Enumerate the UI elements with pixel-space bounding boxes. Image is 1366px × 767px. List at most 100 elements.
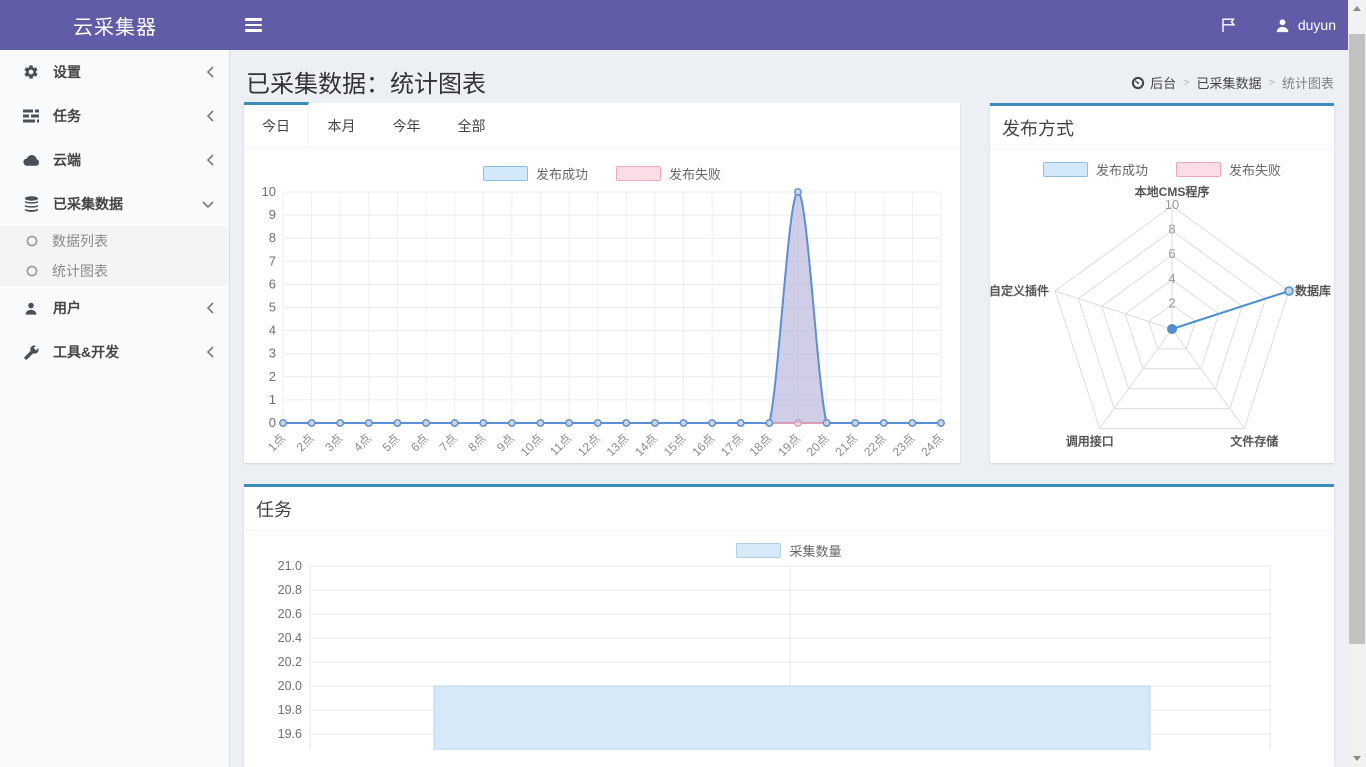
flag-menu-button[interactable] xyxy=(1220,17,1237,33)
app-logo[interactable]: 云采集器 xyxy=(0,0,230,50)
svg-text:8: 8 xyxy=(1168,222,1175,237)
sidebar-subitem-label: 数据列表 xyxy=(52,231,108,251)
svg-text:9点: 9点 xyxy=(494,431,517,454)
legend-publish-success[interactable]: 发布成功 xyxy=(1043,160,1148,179)
legend-collect-count[interactable]: 采集数量 xyxy=(736,541,841,560)
svg-text:4: 4 xyxy=(1168,271,1175,286)
user-menu-button[interactable]: duyun xyxy=(1275,17,1336,33)
triangle-up-icon xyxy=(1353,6,1361,11)
circle-icon xyxy=(24,265,40,277)
collected-data-submenu: 数据列表 统计图表 xyxy=(0,226,229,286)
period-tabs: 今日 本月 今年 全部 xyxy=(244,103,960,148)
svg-text:10: 10 xyxy=(1165,197,1179,212)
svg-text:20.8: 20.8 xyxy=(278,583,302,597)
svg-text:1点: 1点 xyxy=(265,431,288,454)
svg-text:4: 4 xyxy=(269,323,276,338)
breadcrumb: 后台 > 已采集数据 > 统计图表 xyxy=(1131,73,1334,92)
chevron-left-icon xyxy=(206,153,215,167)
svg-text:3: 3 xyxy=(269,346,276,361)
tab-all[interactable]: 全部 xyxy=(439,103,504,148)
svg-text:本地CMS程序: 本地CMS程序 xyxy=(1135,184,1210,199)
breadcrumb-collected-data[interactable]: 已采集数据 xyxy=(1197,73,1262,92)
svg-text:10点: 10点 xyxy=(518,431,546,459)
svg-text:18点: 18点 xyxy=(747,431,775,459)
svg-text:5点: 5点 xyxy=(379,431,402,454)
svg-text:4点: 4点 xyxy=(351,431,374,454)
svg-text:3点: 3点 xyxy=(322,431,345,454)
chevron-left-icon xyxy=(206,345,215,359)
sidebar-subitem-data-list[interactable]: 数据列表 xyxy=(0,226,229,256)
svg-text:11点: 11点 xyxy=(547,431,574,458)
scrollbar-thumb[interactable] xyxy=(1349,34,1365,644)
wrench-icon xyxy=(22,345,40,360)
svg-text:23点: 23点 xyxy=(890,431,918,459)
sidebar-item-label: 云端 xyxy=(53,150,206,170)
scrollbar-up-button[interactable] xyxy=(1348,0,1366,17)
svg-text:20.6: 20.6 xyxy=(278,607,302,621)
hourly-chart-legend: 发布成功 发布失败 xyxy=(244,164,960,183)
svg-text:5: 5 xyxy=(269,300,276,315)
svg-text:2点: 2点 xyxy=(294,431,317,454)
svg-text:7: 7 xyxy=(269,253,276,268)
hourly-chart-panel: 今日 本月 今年 全部 发布成功 发布失败 0123456789101点2点3点… xyxy=(244,103,960,463)
sidebar-item-cloud[interactable]: 云端 xyxy=(0,138,229,182)
tasks-bar-chart: 21.020.820.620.420.220.019.819.619.4 xyxy=(244,560,1334,750)
user-name: duyun xyxy=(1298,17,1336,33)
breadcrumb-separator: > xyxy=(1183,77,1189,89)
legend-swatch-fail xyxy=(1176,162,1221,177)
sidebar-item-label: 任务 xyxy=(53,106,206,126)
scrollbar-down-button[interactable] xyxy=(1348,750,1366,767)
sidebar-subitem-statistics-chart[interactable]: 统计图表 xyxy=(0,256,229,286)
publish-method-panel: 发布方式 发布成功 发布失败 246810本地CMS程序数据库文件存储调用接口自… xyxy=(990,103,1334,463)
chevron-down-icon xyxy=(201,200,215,209)
publish-method-title: 发布方式 xyxy=(990,106,1334,150)
legend-publish-fail[interactable]: 发布失败 xyxy=(616,164,721,183)
legend-swatch-success xyxy=(483,166,528,181)
publish-method-radar-chart: 246810本地CMS程序数据库文件存储调用接口自定义插件 xyxy=(990,179,1334,451)
legend-swatch-success xyxy=(1043,162,1088,177)
svg-text:2: 2 xyxy=(1168,295,1175,310)
breadcrumb-home[interactable]: 后台 xyxy=(1131,73,1176,92)
hourly-area-chart: 0123456789101点2点3点4点5点6点7点8点9点10点11点12点1… xyxy=(244,183,960,459)
hamburger-icon xyxy=(245,18,262,21)
database-icon xyxy=(22,196,40,212)
app-title: 云采集器 xyxy=(73,11,157,40)
top-navbar: 云采集器 duyun xyxy=(0,0,1366,50)
sidebar-item-label: 已采集数据 xyxy=(53,194,201,214)
flag-icon xyxy=(1220,17,1237,33)
sidebar-item-collected-data[interactable]: 已采集数据 xyxy=(0,182,229,226)
legend-publish-fail[interactable]: 发布失败 xyxy=(1176,160,1281,179)
svg-text:6: 6 xyxy=(269,276,276,291)
sidebar-item-label: 工具&开发 xyxy=(53,342,206,362)
sidebar-item-users[interactable]: 用户 xyxy=(0,286,229,330)
svg-text:20点: 20点 xyxy=(804,431,832,459)
tab-this-year[interactable]: 今年 xyxy=(374,103,439,148)
tab-today[interactable]: 今日 xyxy=(244,102,309,147)
svg-text:14点: 14点 xyxy=(632,431,660,459)
tasks-legend: 采集数量 xyxy=(244,541,1334,560)
svg-text:21.0: 21.0 xyxy=(278,560,302,573)
user-icon xyxy=(1275,18,1290,33)
legend-publish-success[interactable]: 发布成功 xyxy=(483,164,588,183)
breadcrumb-current: 统计图表 xyxy=(1282,73,1334,92)
sidebar-toggle-button[interactable] xyxy=(230,0,276,50)
svg-text:19.8: 19.8 xyxy=(278,703,302,717)
radar-legend: 发布成功 发布失败 xyxy=(990,160,1334,179)
navbar-right: duyun xyxy=(1220,0,1336,50)
svg-text:12点: 12点 xyxy=(575,431,603,459)
svg-text:16点: 16点 xyxy=(689,431,717,459)
svg-text:7点: 7点 xyxy=(437,431,460,454)
sidebar-item-label: 设置 xyxy=(53,62,206,82)
sidebar-item-tasks[interactable]: 任务 xyxy=(0,94,229,138)
tab-this-month[interactable]: 本月 xyxy=(309,103,374,148)
svg-text:8点: 8点 xyxy=(465,431,488,454)
cloud-icon xyxy=(22,153,40,167)
sidebar-item-settings[interactable]: 设置 xyxy=(0,50,229,94)
dashboard-icon xyxy=(1131,76,1145,90)
svg-text:19点: 19点 xyxy=(775,431,803,459)
svg-text:10: 10 xyxy=(262,184,276,199)
page-title: 已采集数据：统计图表 xyxy=(246,64,486,99)
sidebar-item-tools-dev[interactable]: 工具&开发 xyxy=(0,330,229,374)
sidebar-item-label: 用户 xyxy=(53,298,206,318)
vertical-scrollbar[interactable] xyxy=(1348,0,1366,767)
